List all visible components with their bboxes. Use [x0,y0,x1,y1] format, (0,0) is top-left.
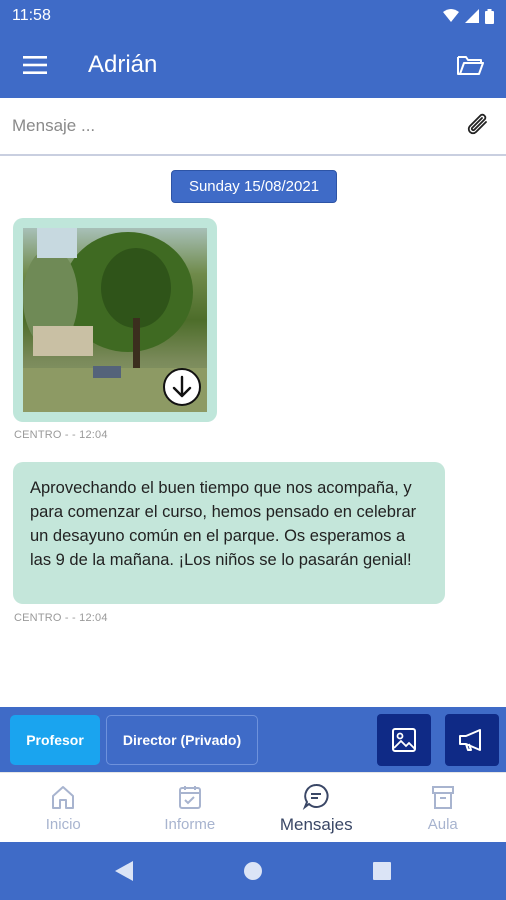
image-message[interactable] [13,218,217,422]
bottom-nav: Inicio Informe Mensajes Aula [0,772,506,842]
profesor-button[interactable]: Profesor [10,714,100,765]
nav-label: Aula [427,816,458,833]
chat-bubble-icon [301,781,331,811]
status-time: 11:58 [12,7,51,24]
nav-aula[interactable]: Aula [380,773,506,842]
attach-icon[interactable] [464,111,494,141]
report-icon [175,782,205,812]
nav-label: Inicio [45,816,81,833]
date-badge: Sunday 15/08/2021 [171,170,337,203]
menu-icon[interactable] [20,50,50,80]
page-title: Adrián [88,51,158,78]
recents-icon[interactable] [373,862,391,880]
nav-mensajes[interactable]: Mensajes [253,773,380,842]
home-icon [48,782,78,812]
battery-icon [485,8,494,24]
message-meta: CENTRO - - 12:04 [14,429,108,441]
home-button-icon[interactable] [243,861,263,881]
back-icon[interactable] [115,861,133,881]
chat-area[interactable]: Sunday 15/08/2021 CENTRO - - 12:04 Aprov… [0,156,506,707]
announcement-button[interactable] [445,714,499,766]
folder-icon[interactable] [454,49,486,81]
download-icon[interactable] [163,368,201,406]
megaphone-icon [459,729,481,751]
nav-informe[interactable]: Informe [127,773,254,842]
message-photo[interactable] [23,228,207,412]
text-message[interactable]: Aprovechando el buen tiempo que nos acom… [13,462,445,604]
status-icons [443,8,494,24]
status-bar: 11:58 [0,0,506,32]
image-upload-button[interactable] [377,714,431,766]
message-meta: CENTRO - - 12:04 [14,612,108,624]
director-private-button[interactable]: Director (Privado) [106,714,258,765]
app-bar: Adrián [0,32,506,98]
image-icon [392,728,416,752]
system-nav [0,842,506,900]
signal-icon [465,9,479,23]
nav-label: Informe [164,816,216,833]
message-composer [0,98,506,156]
nav-inicio[interactable]: Inicio [0,773,127,842]
nav-label: Mensajes [279,814,353,834]
message-input[interactable] [12,116,464,136]
archive-icon [428,782,458,812]
wifi-icon [443,9,459,22]
